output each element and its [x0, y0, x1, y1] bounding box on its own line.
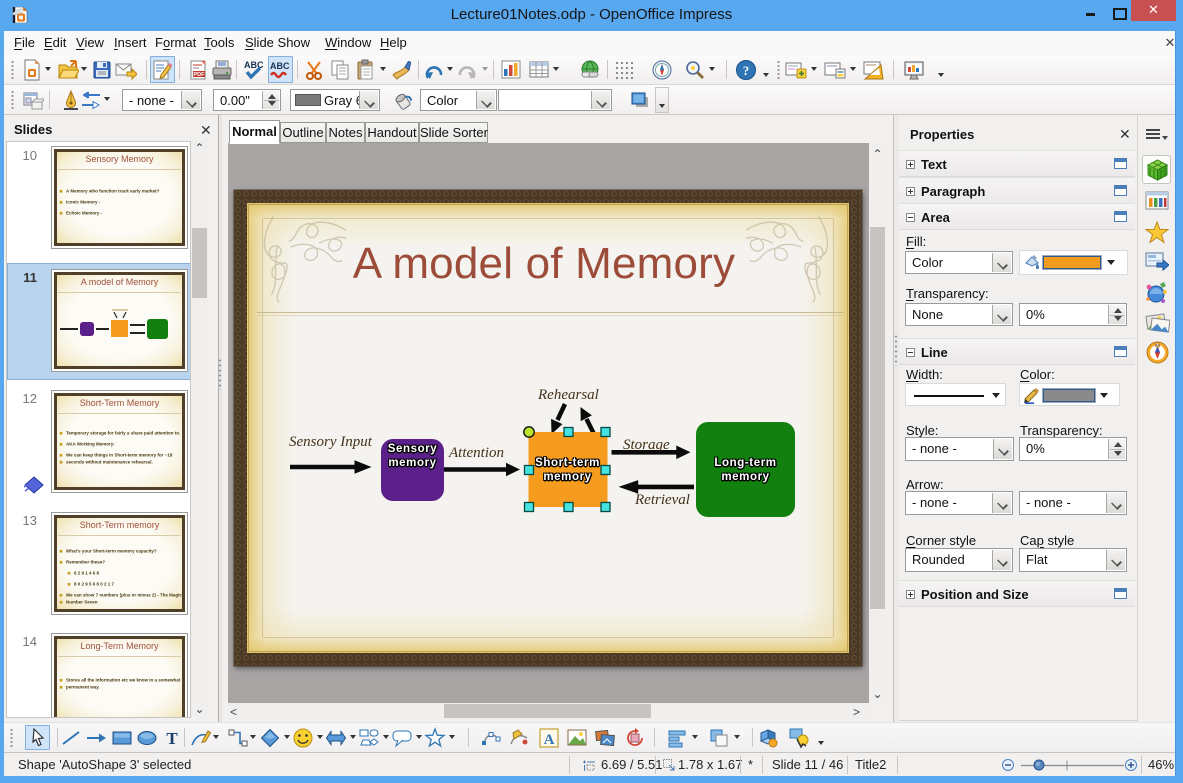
svg-text:T: T: [166, 729, 178, 748]
svg-text:ABC: ABC: [270, 61, 290, 71]
svg-text:?: ?: [743, 63, 750, 78]
svg-text:PDF: PDF: [194, 72, 206, 78]
svg-text:A: A: [544, 732, 555, 748]
svg-text:ABC: ABC: [244, 60, 264, 70]
svg-text:N: N: [1156, 343, 1159, 348]
